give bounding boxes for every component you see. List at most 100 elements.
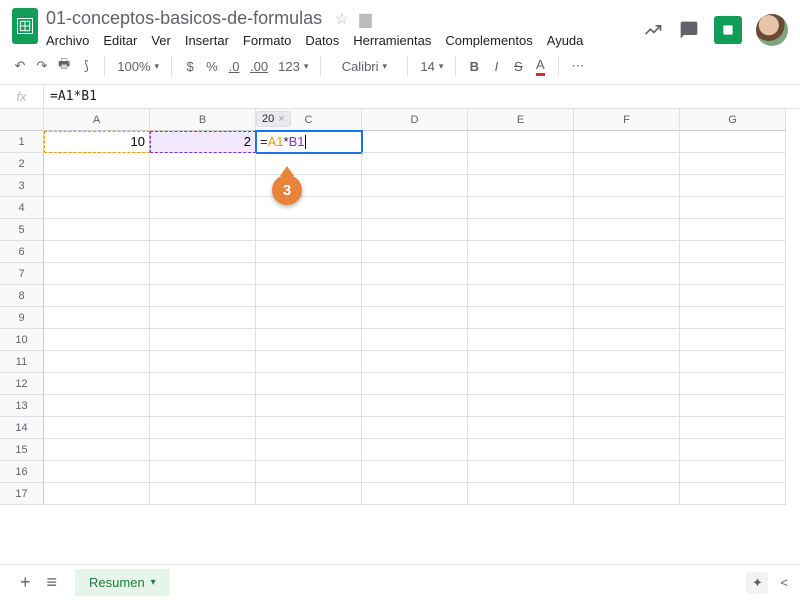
formula-bar[interactable]: =A1*B1 <box>44 89 97 104</box>
cell-B8[interactable] <box>150 285 256 307</box>
row-7[interactable]: 7 <box>0 263 44 285</box>
cell-C15[interactable] <box>256 439 362 461</box>
cell-F8[interactable] <box>574 285 680 307</box>
menu-ver[interactable]: Ver <box>151 33 171 48</box>
cell-B16[interactable] <box>150 461 256 483</box>
percent-button[interactable]: % <box>202 54 222 78</box>
tooltip-close-icon[interactable]: × <box>278 113 284 125</box>
row-2[interactable]: 2 <box>0 153 44 175</box>
cell-F3[interactable] <box>574 175 680 197</box>
menu-formato[interactable]: Formato <box>243 33 291 48</box>
cell-E9[interactable] <box>468 307 574 329</box>
cell-A9[interactable] <box>44 307 150 329</box>
row-17[interactable]: 17 <box>0 483 44 505</box>
sheets-logo[interactable] <box>12 8 38 44</box>
cell-B5[interactable] <box>150 219 256 241</box>
inc-decimal-button[interactable]: .00 <box>246 54 272 78</box>
cell-D10[interactable] <box>362 329 468 351</box>
row-9[interactable]: 9 <box>0 307 44 329</box>
cell-C6[interactable] <box>256 241 362 263</box>
col-B[interactable]: B <box>150 109 256 131</box>
cell-B2[interactable] <box>150 153 256 175</box>
cell-D17[interactable] <box>362 483 468 505</box>
cell-E12[interactable] <box>468 373 574 395</box>
cell-C5[interactable] <box>256 219 362 241</box>
paint-format-button[interactable]: ⟆ <box>76 54 96 78</box>
row-11[interactable]: 11 <box>0 351 44 373</box>
cell-D16[interactable] <box>362 461 468 483</box>
cell-E7[interactable] <box>468 263 574 285</box>
cell-B13[interactable] <box>150 395 256 417</box>
cell-C12[interactable] <box>256 373 362 395</box>
menu-datos[interactable]: Datos <box>305 33 339 48</box>
cell-F17[interactable] <box>574 483 680 505</box>
cell-A6[interactable] <box>44 241 150 263</box>
cell-D3[interactable] <box>362 175 468 197</box>
activity-icon[interactable] <box>642 19 664 41</box>
cell-G11[interactable] <box>680 351 786 373</box>
cell-C9[interactable] <box>256 307 362 329</box>
cell-E6[interactable] <box>468 241 574 263</box>
cell-C11[interactable] <box>256 351 362 373</box>
cell-G6[interactable] <box>680 241 786 263</box>
cell-F10[interactable] <box>574 329 680 351</box>
row-5[interactable]: 5 <box>0 219 44 241</box>
cell-G17[interactable] <box>680 483 786 505</box>
zoom-select[interactable]: 100% <box>113 54 163 78</box>
cell-F1[interactable] <box>574 131 680 153</box>
cell-A2[interactable] <box>44 153 150 175</box>
cell-A11[interactable] <box>44 351 150 373</box>
cell-D6[interactable] <box>362 241 468 263</box>
cell-E8[interactable] <box>468 285 574 307</box>
cell-G2[interactable] <box>680 153 786 175</box>
cell-A3[interactable] <box>44 175 150 197</box>
cell-B4[interactable] <box>150 197 256 219</box>
menu-complementos[interactable]: Complementos <box>445 33 532 48</box>
row-4[interactable]: 4 <box>0 197 44 219</box>
col-A[interactable]: A <box>44 109 150 131</box>
cell-B10[interactable] <box>150 329 256 351</box>
cell-F12[interactable] <box>574 373 680 395</box>
cell-E17[interactable] <box>468 483 574 505</box>
cell-B11[interactable] <box>150 351 256 373</box>
cell-B9[interactable] <box>150 307 256 329</box>
cell-A17[interactable] <box>44 483 150 505</box>
italic-button[interactable]: I <box>486 54 506 78</box>
cell-D9[interactable] <box>362 307 468 329</box>
star-icon[interactable]: ☆ <box>335 11 349 28</box>
menu-insertar[interactable]: Insertar <box>185 33 229 48</box>
cell-C17[interactable] <box>256 483 362 505</box>
cell-E1[interactable] <box>468 131 574 153</box>
cell-D13[interactable] <box>362 395 468 417</box>
col-E[interactable]: E <box>468 109 574 131</box>
cell-D11[interactable] <box>362 351 468 373</box>
redo-button[interactable]: ↷ <box>32 54 52 78</box>
cell-D2[interactable] <box>362 153 468 175</box>
more-button[interactable]: ⋯ <box>567 54 588 78</box>
number-format-button[interactable]: 123 <box>274 54 312 78</box>
cell-B7[interactable] <box>150 263 256 285</box>
cell-C14[interactable] <box>256 417 362 439</box>
cell-F6[interactable] <box>574 241 680 263</box>
font-select[interactable]: Calibri <box>329 54 399 78</box>
cell-G5[interactable] <box>680 219 786 241</box>
cell-F4[interactable] <box>574 197 680 219</box>
cell-D15[interactable] <box>362 439 468 461</box>
cell-D5[interactable] <box>362 219 468 241</box>
cell-C4[interactable] <box>256 197 362 219</box>
undo-button[interactable]: ↶ <box>10 54 30 78</box>
cell-B1[interactable]: 2 <box>150 131 256 153</box>
cell-G12[interactable] <box>680 373 786 395</box>
cell-A14[interactable] <box>44 417 150 439</box>
cell-E16[interactable] <box>468 461 574 483</box>
cell-G16[interactable] <box>680 461 786 483</box>
cell-F5[interactable] <box>574 219 680 241</box>
cell-E14[interactable] <box>468 417 574 439</box>
cell-F11[interactable] <box>574 351 680 373</box>
cell-D8[interactable] <box>362 285 468 307</box>
cell-F9[interactable] <box>574 307 680 329</box>
cell-G7[interactable] <box>680 263 786 285</box>
cell-G3[interactable] <box>680 175 786 197</box>
cell-E2[interactable] <box>468 153 574 175</box>
cell-G8[interactable] <box>680 285 786 307</box>
